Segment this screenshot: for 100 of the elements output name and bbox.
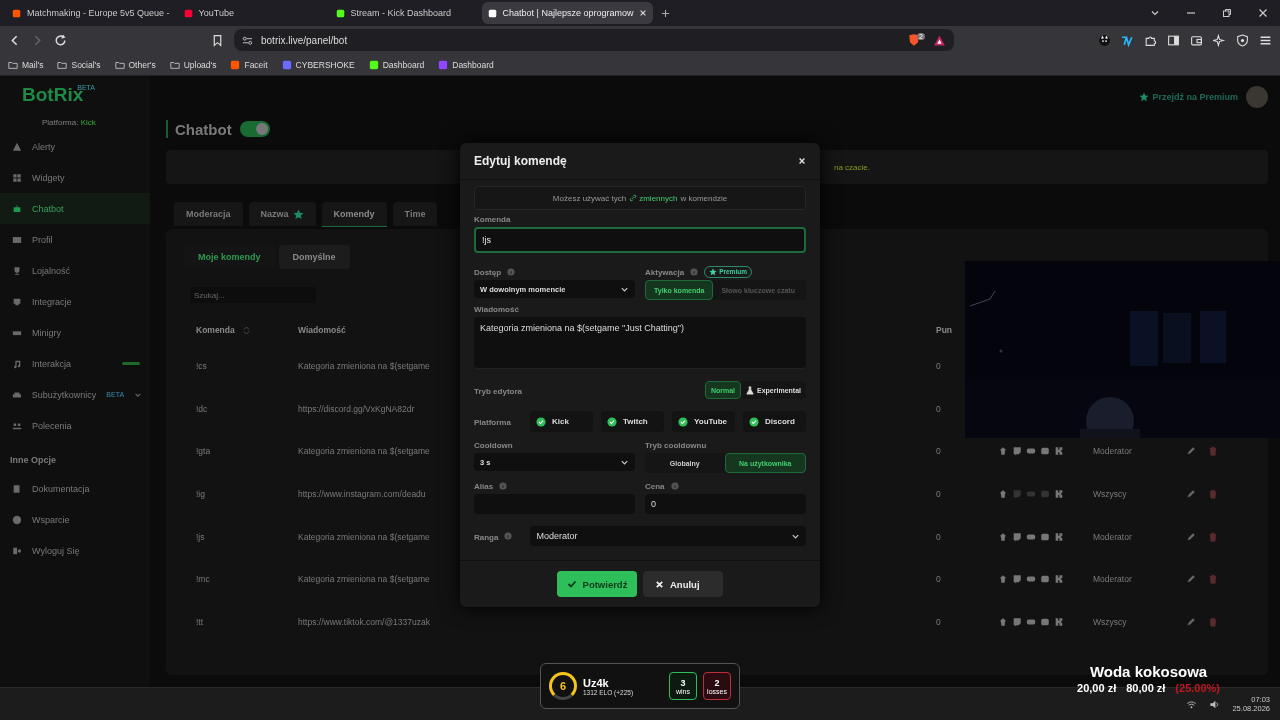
page-tab[interactable]: Moderacja xyxy=(174,202,243,226)
flask-icon xyxy=(746,385,755,395)
site-favicon-icon xyxy=(438,59,449,70)
rewards-triangle-icon[interactable] xyxy=(933,33,946,47)
field-label: Aktywacja xyxy=(645,268,685,277)
sidebar-item[interactable]: Alerty xyxy=(0,131,150,162)
bookmark-item[interactable]: Dashboard xyxy=(368,59,425,70)
sidebar-item[interactable]: Wsparcie xyxy=(0,504,150,535)
edit-icon[interactable] xyxy=(1186,489,1196,500)
close-tab-icon[interactable] xyxy=(639,9,648,17)
table-cell: Kategoria zmieniona na $(setgame xyxy=(298,446,430,457)
field-label: Cooldown xyxy=(474,441,514,450)
rank-select[interactable]: Moderator xyxy=(530,526,806,546)
edit-icon[interactable] xyxy=(1186,531,1196,542)
close-icon[interactable] xyxy=(798,157,806,165)
new-tab-icon[interactable] xyxy=(661,8,671,18)
browser-tab[interactable]: Chatbot | Najlepsze oprogramow xyxy=(481,2,654,24)
column-header[interactable]: Komenda xyxy=(196,325,235,335)
tab-favicon-icon xyxy=(487,8,497,18)
chatbot-toggle[interactable] xyxy=(239,121,270,137)
sidebar-item[interactable]: Lojalność xyxy=(0,255,150,286)
sidebar-item[interactable]: Minigry xyxy=(0,317,150,348)
sidebar-item[interactable]: Widgety xyxy=(0,162,150,193)
reload-icon[interactable] xyxy=(54,33,67,47)
table-cell: !gta xyxy=(196,446,211,457)
extension-cat-icon[interactable] xyxy=(1098,33,1111,47)
browser-tab[interactable]: Matchmaking - Europe 5v5 Queue - xyxy=(6,2,176,24)
site-settings-icon[interactable] xyxy=(242,34,253,46)
page-tab[interactable]: Nazwa xyxy=(248,202,316,226)
edit-icon[interactable] xyxy=(1186,574,1196,585)
level-ring: 6 xyxy=(549,672,577,700)
field-label: Dostęp xyxy=(474,268,502,277)
table-cell: !ig xyxy=(196,489,205,500)
column-header: Pun xyxy=(936,325,953,335)
message-field[interactable]: Kategoria zmieniona na $(setgame "Just Chatting") xyxy=(474,317,806,369)
wifi-icon[interactable] xyxy=(1186,698,1198,710)
sidebar-icon[interactable] xyxy=(1167,33,1180,47)
platform-checkbox[interactable]: Discord xyxy=(743,411,806,432)
sidebar-item[interactable]: Polecenia xyxy=(0,410,150,441)
browser-tab[interactable]: Stream - Kick Dashboard xyxy=(329,2,480,24)
checkbox-icon[interactable] xyxy=(536,416,546,427)
checkmark-icon xyxy=(566,579,577,589)
checkbox-icon[interactable] xyxy=(607,416,617,427)
bookmark-item[interactable]: Mail's xyxy=(8,59,44,70)
edit-icon[interactable] xyxy=(1186,446,1196,457)
sidebar-item[interactable]: Interakcja xyxy=(0,348,150,379)
site-favicon-icon xyxy=(368,59,379,70)
table-cell: !cs xyxy=(196,361,207,372)
column-header: Wiadomość xyxy=(298,325,346,335)
platform-checkbox[interactable]: YouTube xyxy=(672,411,735,432)
command-field[interactable]: !js xyxy=(474,227,806,253)
trophy-icon xyxy=(12,265,22,276)
link-icon xyxy=(629,194,638,202)
platform-checkbox[interactable]: Kick xyxy=(530,411,593,432)
extension-7tv-icon[interactable] xyxy=(1121,33,1134,47)
checkbox-icon[interactable] xyxy=(678,416,688,427)
page-tab[interactable]: Time xyxy=(392,202,438,226)
bookmark-item[interactable]: Dashboard xyxy=(438,59,494,70)
table-cell: 0 xyxy=(936,403,941,414)
wallet-icon[interactable] xyxy=(1190,33,1203,47)
variables-link[interactable]: zmiennych xyxy=(629,193,678,203)
price-field[interactable]: 0 xyxy=(645,494,806,514)
extensions-icon[interactable] xyxy=(1144,33,1157,47)
search-field[interactable]: Szukaj... xyxy=(190,287,316,303)
edit-icon[interactable] xyxy=(1186,616,1196,627)
confirm-button[interactable]: Potwierdź xyxy=(557,571,637,597)
tab-list-icon[interactable] xyxy=(1150,8,1160,18)
sidebar-item[interactable]: Integracje xyxy=(0,286,150,317)
table-cell: Kategoria zmieniona na $(setgame xyxy=(298,574,430,585)
cancel-button[interactable]: Anuluj xyxy=(643,571,723,597)
sidebar-item[interactable]: Wyloguj Się xyxy=(0,535,150,566)
bookmark-icon[interactable] xyxy=(211,33,224,47)
site-favicon-icon xyxy=(230,59,241,70)
table-cell: Moderator xyxy=(1093,531,1132,542)
table-cell: !tt xyxy=(196,616,204,627)
info-text: Możesz używać tych xyxy=(552,193,627,203)
sparkle-icon[interactable] xyxy=(1213,33,1226,47)
bookmark-item[interactable]: CYBERSHOKE xyxy=(281,59,355,70)
bookmark-item[interactable]: Faceit xyxy=(230,59,268,70)
table-cell: 0 xyxy=(936,489,941,500)
checkbox-icon[interactable] xyxy=(749,416,759,427)
bookmark-item[interactable]: Upload's xyxy=(169,59,217,70)
close-icon[interactable] xyxy=(1258,8,1268,18)
vpn-shield-icon[interactable] xyxy=(1236,33,1249,47)
browser-tab[interactable]: YouTube xyxy=(177,2,328,24)
goal-title: Woda kokosowa xyxy=(1089,663,1208,680)
sidebar-item[interactable]: Dokumentacja xyxy=(0,473,150,504)
page-tab[interactable]: Komendy xyxy=(321,202,387,227)
dialog-title: Edytuj komendę xyxy=(474,154,567,168)
platform-checkbox[interactable]: Twitch xyxy=(601,411,664,432)
bookmark-item[interactable]: Other's xyxy=(114,59,156,70)
music-note-icon xyxy=(12,358,22,369)
field-label: Tryb edytora xyxy=(474,386,522,396)
sidebar-item[interactable]: Profil xyxy=(0,224,150,255)
subtab[interactable]: Domyślne xyxy=(278,245,350,269)
restore-icon[interactable] xyxy=(1222,8,1232,18)
sidebar-item[interactable]: Chatbot xyxy=(0,193,150,224)
bookmark-item[interactable]: Social's xyxy=(57,59,101,70)
grid-icon xyxy=(12,172,22,183)
table-cell: 0 xyxy=(936,531,941,542)
